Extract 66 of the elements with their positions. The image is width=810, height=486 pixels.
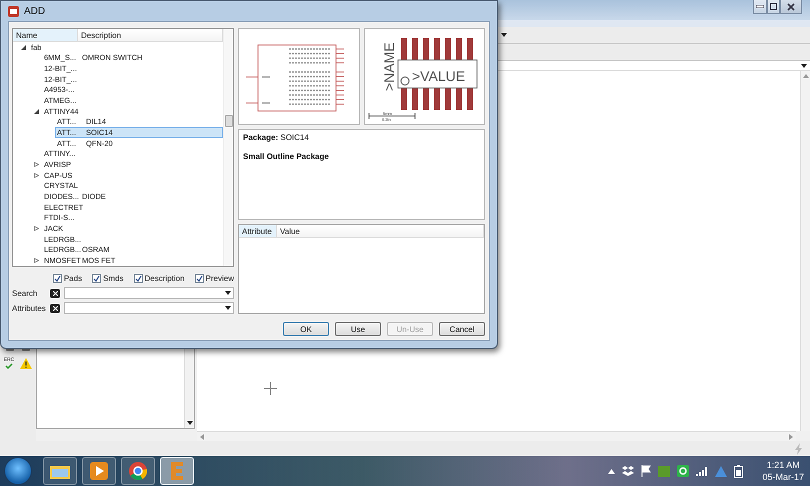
cross-icon [52,306,58,310]
scroll-up-icon[interactable] [802,74,808,78]
dialog-button[interactable]: OK [283,322,329,336]
checkmark-icon [196,274,203,282]
folder-app-button[interactable] [43,457,77,485]
folder-icon [50,463,70,479]
flag-icon[interactable] [641,465,652,477]
letter-e-icon [169,461,185,481]
close-icon [787,2,795,10]
column-header[interactable]: Value [277,225,484,237]
field-label: Attributes [12,304,47,312]
app-icon [8,6,19,16]
browser-icon [129,462,147,480]
checkbox[interactable]: Pads [52,274,82,282]
checkbox[interactable]: Description [134,274,185,282]
clock[interactable]: 1:21 AM 05-Mar-17 [762,459,804,483]
crosshair-icon [264,382,277,395]
checkbox[interactable]: Smds [92,274,124,282]
caret-icon [225,291,231,295]
caret-icon [225,306,231,310]
column-header[interactable]: Name [13,29,78,41]
warning-icon[interactable] [20,358,32,369]
expand-icon[interactable] [34,162,39,168]
close-button[interactable] [780,0,802,14]
expand-icon[interactable] [34,172,39,178]
signal-icon[interactable] [696,466,708,476]
combo-field[interactable] [64,287,234,299]
scrollbar[interactable] [223,29,233,266]
start-button[interactable] [4,457,32,485]
dialog-button[interactable]: Use [335,322,381,336]
expand-icon[interactable] [34,226,39,232]
checkmark-icon [93,274,100,282]
dialog-title: ADD [24,6,46,16]
expand-icon[interactable] [34,258,39,264]
package-text: Package: SOIC14 [243,133,310,142]
dialog-button[interactable]: Cancel [439,322,485,336]
checkmark-icon [54,274,61,282]
tray-icon[interactable] [677,465,690,477]
collapse-icon[interactable] [34,108,39,114]
cross-icon [52,290,58,296]
column-header[interactable]: Attribute [239,225,277,237]
combo-field[interactable] [64,302,234,314]
media-player-button[interactable] [82,457,116,485]
caret-icon [801,64,807,68]
scroll-down-icon [186,421,192,425]
battery-icon[interactable] [734,464,744,478]
package-description: Small Outline Package [243,152,330,161]
minimize-button[interactable] [753,0,767,14]
scroll-right-icon[interactable] [789,434,793,440]
scroll-left-icon[interactable] [200,434,204,440]
vertical-scrollbar[interactable] [800,71,810,431]
tray-arrow-icon[interactable] [608,468,616,474]
play-icon [90,462,108,480]
scroll-thumb[interactable] [225,115,233,127]
dropdown-caret-icon [501,33,507,37]
field-label: Search [12,288,38,298]
collapse-icon[interactable] [21,44,26,50]
clear-button[interactable] [50,288,60,298]
maximize-button[interactable] [767,0,780,14]
minimize-icon [756,5,764,8]
tray-icon[interactable] [622,466,634,476]
checkbox[interactable]: Preview [194,274,234,282]
clear-button[interactable] [50,304,60,312]
checkmark-icon [134,274,142,282]
restore-icon [770,3,777,10]
browser-button[interactable] [121,457,155,485]
